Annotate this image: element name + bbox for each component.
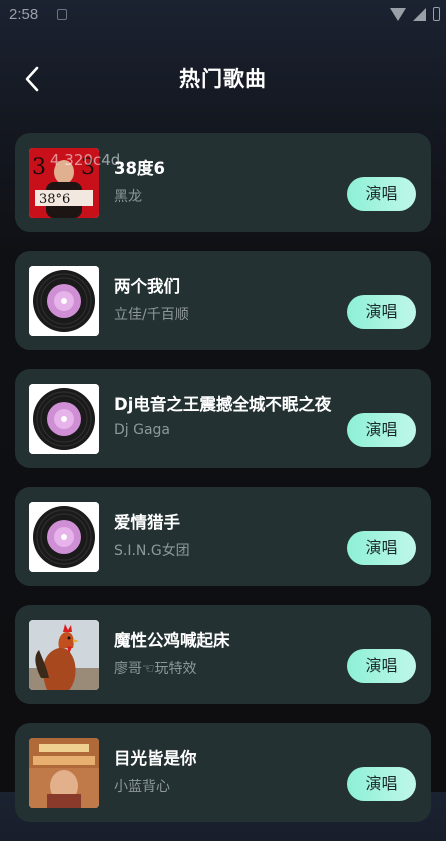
status-time: 2:58 xyxy=(9,6,39,23)
song-title: 爱情猎手 xyxy=(114,513,180,532)
notification-icon xyxy=(57,9,67,20)
vinyl-record-icon xyxy=(29,266,99,336)
svg-text:38°6: 38°6 xyxy=(39,192,70,207)
song-title: 38度6 xyxy=(114,159,165,178)
sing-button[interactable]: 演唱 xyxy=(347,531,416,565)
sing-button[interactable]: 演唱 xyxy=(347,295,416,329)
song-card[interactable]: 两个我们 立佳/千百顺 演唱 xyxy=(15,251,431,350)
song-card[interactable]: 魔性公鸡喊起床 廖哥☜玩特效 演唱 xyxy=(15,605,431,704)
song-title: Dj电音之王震撼全城不眠之夜 xyxy=(114,395,332,414)
svg-text:3: 3 xyxy=(32,155,46,180)
watermark-overlay: 4 320c4d xyxy=(50,151,121,169)
song-artist: 小蓝背心 xyxy=(114,779,170,795)
status-icons xyxy=(390,7,440,21)
song-artist: 黑龙 xyxy=(114,189,142,205)
song-artist: 廖哥☜玩特效 xyxy=(114,661,197,677)
song-list: 3 3 38°6 38度6 黑龙 演唱 两个我们 立佳/千百顺 演唱 Dj电音之… xyxy=(15,133,431,841)
wifi-icon xyxy=(390,7,406,21)
song-artist: Dj Gaga xyxy=(114,422,171,438)
song-artist: 立佳/千百顺 xyxy=(114,307,189,323)
vinyl-record-icon xyxy=(29,502,99,572)
song-card[interactable]: Dj电音之王震撼全城不眠之夜 Dj Gaga 演唱 xyxy=(15,369,431,468)
rooster-photo xyxy=(29,620,99,690)
song-artist: S.I.N.G女团 xyxy=(114,543,190,559)
sing-button[interactable]: 演唱 xyxy=(347,413,416,447)
sing-button[interactable]: 演唱 xyxy=(347,649,416,683)
song-title: 目光皆是你 xyxy=(114,749,197,768)
status-bar: 2:58 xyxy=(0,0,446,30)
song-title: 魔性公鸡喊起床 xyxy=(114,631,230,650)
sing-button[interactable]: 演唱 xyxy=(347,767,416,801)
signal-icon xyxy=(413,7,426,21)
song-card[interactable]: 爱情猎手 S.I.N.G女团 演唱 xyxy=(15,487,431,586)
album-art-muguang xyxy=(29,738,99,808)
song-card[interactable]: 3 3 38°6 38度6 黑龙 演唱 xyxy=(15,133,431,232)
song-title: 两个我们 xyxy=(114,277,180,296)
song-card[interactable]: 目光皆是你 小蓝背心 演唱 xyxy=(15,723,431,822)
battery-icon xyxy=(433,7,440,21)
page-title: 热门歌曲 xyxy=(179,67,267,91)
vinyl-record-icon xyxy=(29,384,99,454)
sing-button[interactable]: 演唱 xyxy=(347,177,416,211)
